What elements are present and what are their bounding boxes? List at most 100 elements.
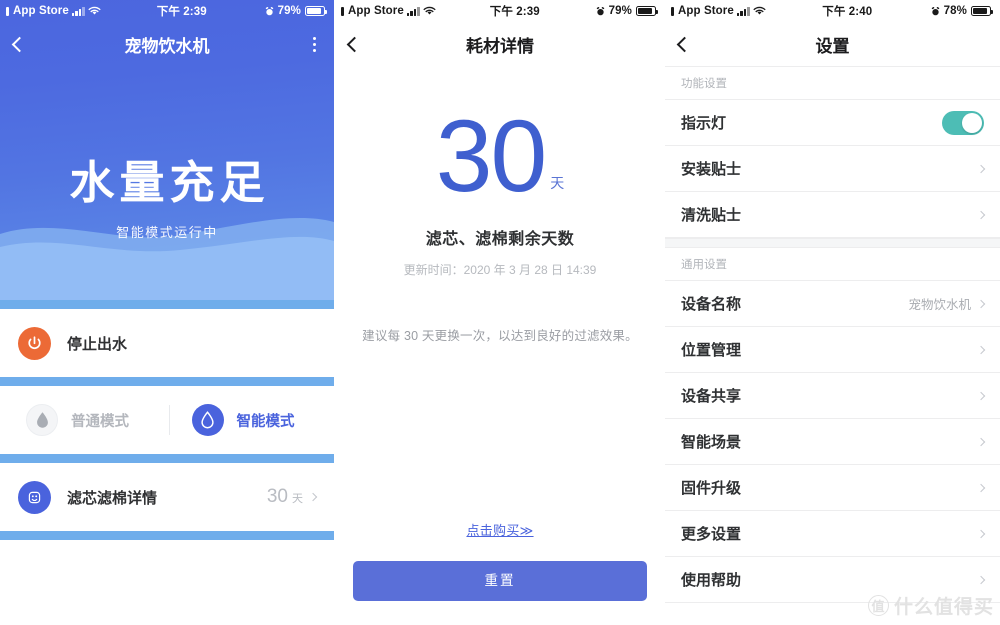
screen-device-home: App Store 下午 2:39 79% 宠物饮水机 水量充足 智能模式运行中… [0, 0, 334, 625]
carrier-label: App Store [348, 5, 404, 17]
days-remaining-display: 30 天 [435, 99, 565, 213]
hero-text-block: 水量充足 智能模式运行中 [0, 66, 334, 241]
chevron-right-icon [976, 210, 986, 219]
battery-percent-label: 78% [943, 5, 967, 17]
filter-days-unit: 天 [292, 493, 303, 505]
settings-row-label: 设备名称 [681, 296, 742, 313]
settings-row-control [976, 437, 986, 446]
chevron-left-icon [676, 36, 693, 52]
screen-consumable-detail: App Store 下午 2:39 79% 耗材详情 30 天 滤芯、滤棉剩余天… [334, 0, 665, 625]
back-to-appstore-icon[interactable] [341, 6, 344, 16]
settings-row-label: 位置管理 [681, 342, 742, 359]
hero-panel: App Store 下午 2:39 79% 宠物饮水机 水量充足 智能模式运行中 [0, 0, 334, 300]
mode-option-normal[interactable]: 普通模式 [0, 386, 169, 454]
signal-bars-icon [406, 6, 420, 16]
page-title: 宠物饮水机 [124, 36, 210, 56]
battery-percent-label: 79% [608, 5, 632, 17]
settings-row-location-management[interactable]: 位置管理 [665, 327, 1000, 373]
settings-row-install-tips[interactable]: 安装贴士 [665, 146, 1000, 192]
status-bar-right: 78% [931, 5, 993, 17]
alarm-icon [265, 6, 274, 16]
power-icon [18, 326, 51, 360]
settings-row-device-name[interactable]: 设备名称 宠物饮水机 [665, 281, 1000, 327]
status-bar: App Store 下午 2:39 79% [335, 0, 665, 22]
filter-detail-value-group: 30 天 [266, 486, 318, 508]
nav-bar: 耗材详情 [335, 22, 665, 66]
settings-row-help[interactable]: 使用帮助 [665, 557, 1000, 603]
settings-row-label: 更多设置 [681, 526, 742, 543]
chevron-left-icon [11, 36, 28, 52]
settings-row-control [976, 575, 986, 584]
battery-icon [971, 6, 993, 16]
back-button[interactable] [346, 29, 375, 59]
settings-row-firmware-upgrade[interactable]: 固件升级 [665, 465, 1000, 511]
water-drop-icon [26, 404, 58, 436]
settings-row-indicator-light[interactable]: 指示灯 [665, 100, 1000, 146]
settings-group-header: 通用设置 [665, 247, 1000, 281]
settings-row-smart-scene[interactable]: 智能场景 [665, 419, 1000, 465]
back-button[interactable] [11, 29, 40, 59]
back-to-appstore-icon[interactable] [6, 6, 9, 16]
updated-time-label: 更新时间：2020 年 3 月 28 日 14:39 [403, 262, 597, 277]
settings-row-control [976, 210, 986, 219]
reset-button[interactable]: 重置 [353, 561, 647, 601]
consumable-body: 30 天 滤芯、滤棉剩余天数 更新时间：2020 年 3 月 28 日 14:3… [335, 66, 665, 344]
indicator-light-toggle[interactable] [942, 110, 984, 135]
mode-selector: 普通模式 智能模式 [0, 386, 334, 454]
back-to-appstore-icon[interactable] [671, 6, 674, 16]
settings-group-gap [665, 238, 1000, 247]
settings-row-control [976, 391, 986, 400]
hero-status-subtitle: 智能模式运行中 [116, 224, 218, 240]
chevron-right-icon [976, 437, 986, 446]
settings-row-cleaning-tips[interactable]: 清洗贴士 [665, 192, 1000, 238]
stop-water-label: 停止出水 [67, 335, 128, 353]
wifi-icon [753, 6, 766, 16]
days-remaining-unit: 天 [550, 174, 565, 191]
battery-percent-label: 79% [277, 5, 301, 17]
chevron-right-icon [976, 164, 986, 173]
section-divider [0, 377, 334, 386]
alarm-icon [931, 6, 940, 16]
settings-row-control [976, 345, 986, 354]
status-bar-left: App Store [671, 5, 766, 17]
settings-row-control: 宠物饮水机 [908, 294, 986, 313]
section-divider [0, 300, 334, 309]
status-bar-time: 下午 2:39 [489, 6, 540, 18]
status-bar: App Store 下午 2:39 79% [0, 0, 334, 22]
signal-bars-icon [736, 6, 750, 16]
filter-days-value: 30 [266, 486, 288, 507]
nav-bar: 设置 [665, 22, 1000, 66]
chevron-right-icon [976, 299, 986, 308]
water-drop-icon [191, 404, 224, 436]
more-vertical-icon[interactable] [309, 31, 320, 58]
settings-row-more-settings[interactable]: 更多设置 [665, 511, 1000, 557]
settings-row-label: 固件升级 [681, 480, 742, 497]
buy-link[interactable]: 点击购买≫ [466, 520, 533, 539]
status-bar-right: 79% [265, 5, 327, 17]
chevron-right-icon [976, 483, 986, 492]
battery-icon [305, 6, 327, 16]
settings-row-device-sharing[interactable]: 设备共享 [665, 373, 1000, 419]
filter-detail-label: 滤芯滤棉详情 [67, 489, 158, 507]
section-divider [0, 454, 334, 463]
settings-row-label: 安装贴士 [681, 161, 742, 178]
settings-row-label: 使用帮助 [681, 572, 742, 589]
chevron-right-icon [308, 492, 318, 502]
hero-status-title: 水量充足 [69, 157, 270, 208]
settings-row-control [976, 483, 986, 492]
wifi-icon [423, 6, 436, 16]
settings-list: 功能设置 指示灯 安装贴士 清洗贴士 通用设置 设备名称 宠物饮水机 位置管理 … [665, 66, 1000, 603]
filter-detail-row[interactable]: 滤芯滤棉详情 30 天 [0, 463, 334, 531]
days-remaining-caption: 滤芯、滤棉剩余天数 [425, 230, 575, 248]
settings-row-control [976, 529, 986, 538]
carrier-label: App Store [678, 5, 734, 17]
mode-normal-label: 普通模式 [71, 413, 129, 430]
status-bar-right: 79% [596, 5, 658, 17]
settings-row-control [976, 164, 986, 173]
page-title: 耗材详情 [466, 36, 534, 56]
back-button[interactable] [676, 29, 705, 59]
status-bar-left: App Store [341, 5, 436, 17]
mode-option-smart[interactable]: 智能模式 [170, 386, 335, 454]
stop-water-row[interactable]: 停止出水 [0, 309, 334, 377]
days-remaining-value: 30 [435, 99, 547, 213]
